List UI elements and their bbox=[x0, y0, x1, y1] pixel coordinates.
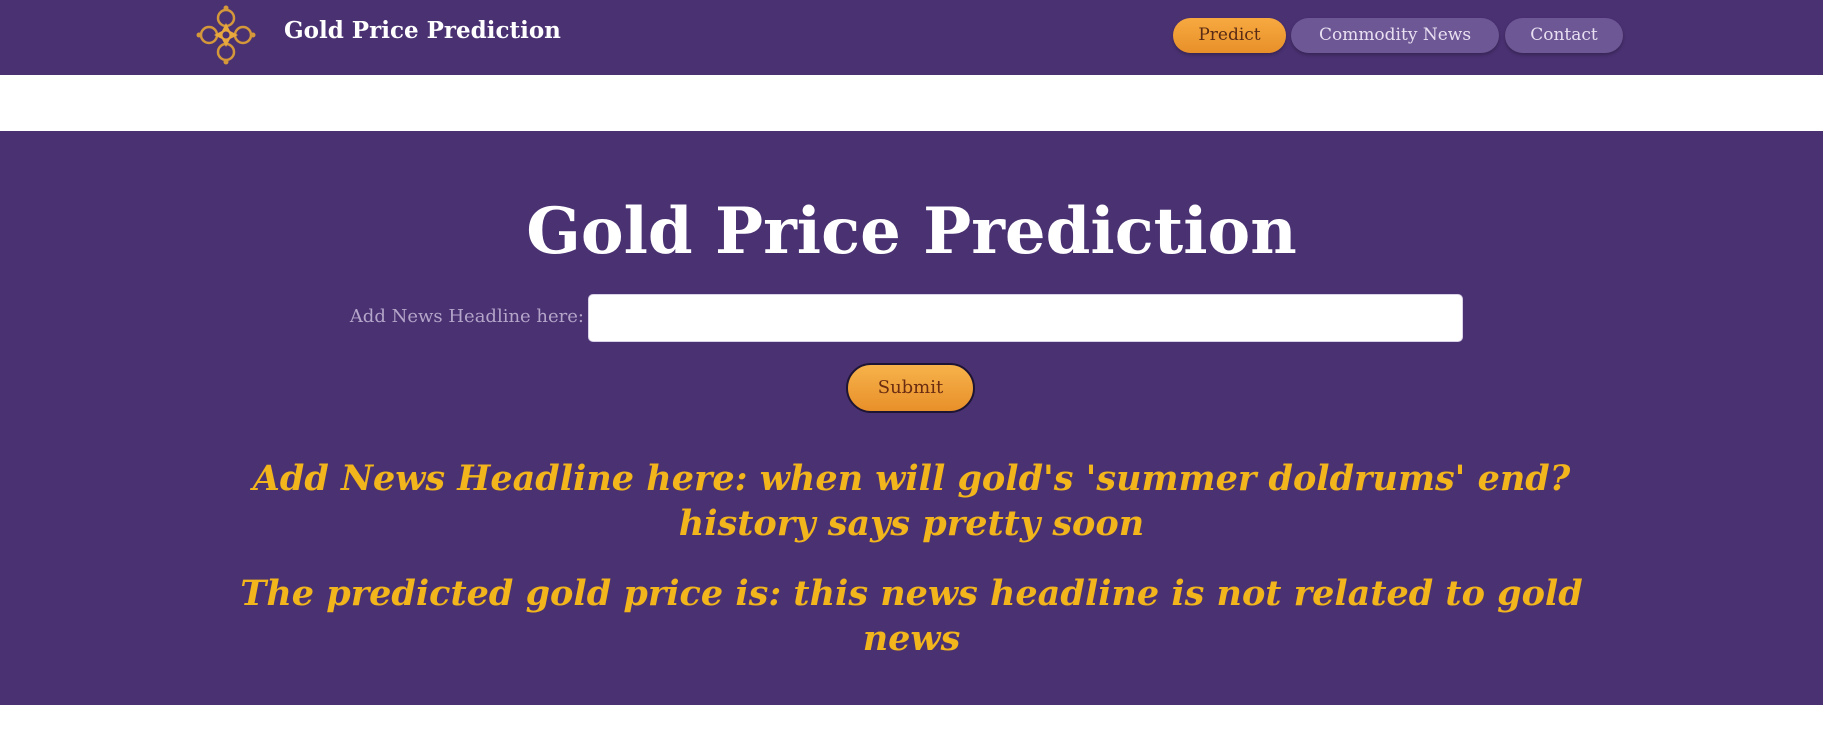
headline-input-label: Add News Headline here: bbox=[349, 306, 584, 327]
headline-input[interactable] bbox=[588, 294, 1463, 342]
result-headline-text: Add News Headline here: when will gold's… bbox=[252, 458, 1571, 544]
nav-commodity-news[interactable]: Commodity News bbox=[1291, 18, 1499, 53]
page-title: Gold Price Prediction bbox=[526, 194, 1297, 269]
nav-predict[interactable]: Predict bbox=[1173, 18, 1286, 53]
prediction-section: Gold Price Prediction Add News Headline … bbox=[0, 131, 1823, 705]
gold-ornament-logo-icon[interactable] bbox=[196, 5, 256, 65]
brand-title[interactable]: Gold Price Prediction bbox=[284, 17, 561, 44]
top-navbar: Gold Price Prediction Predict Commodity … bbox=[0, 0, 1823, 75]
nav-contact[interactable]: Contact bbox=[1505, 18, 1623, 53]
result-prediction-text: The predicted gold price is: this news h… bbox=[240, 573, 1583, 659]
submit-button[interactable]: Submit bbox=[846, 363, 975, 413]
